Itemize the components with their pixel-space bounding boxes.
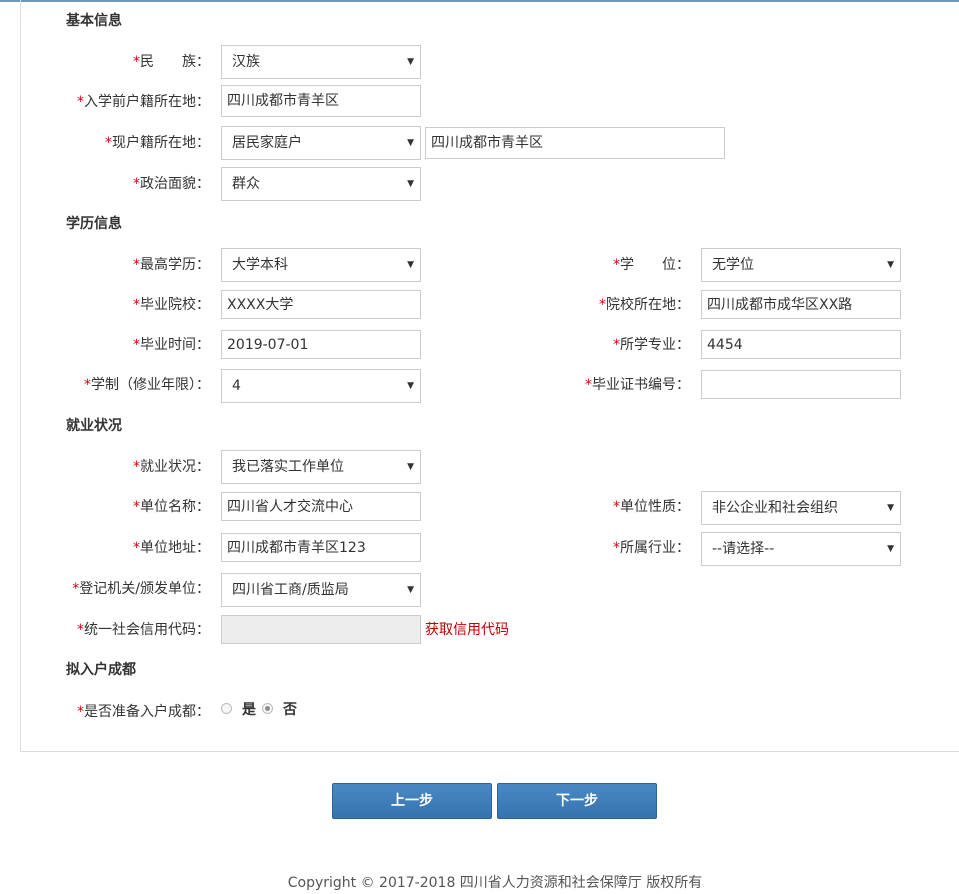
registry-label: *登记机关/颁发单位：	[72, 581, 210, 597]
degree-level-select[interactable]: 大学本科 ▼	[221, 248, 421, 282]
grad-date-label: *毕业时间：	[133, 337, 210, 353]
household-type-select[interactable]: 居民家庭户 ▼	[221, 126, 421, 160]
org-type-label: *单位性质：	[613, 499, 690, 515]
ethnicity-select[interactable]: 汉族 ▼	[221, 45, 421, 79]
org-address-label: *单位地址：	[133, 540, 210, 556]
grad-date-input[interactable]: 2019-07-01	[221, 330, 421, 359]
org-name-label: *单位名称：	[133, 499, 210, 515]
degree-label: *学 位：	[613, 257, 690, 273]
school-label: *毕业院校：	[133, 297, 210, 313]
cert-no-label: *毕业证书编号：	[585, 377, 690, 393]
current-household-label: *现户籍所在地：	[105, 135, 210, 151]
get-credit-code-link[interactable]: 获取信用代码	[425, 622, 509, 638]
settle-yes-radio[interactable]	[221, 703, 232, 714]
employment-status-label: *就业状况：	[133, 459, 210, 475]
chevron-down-icon: ▼	[407, 138, 414, 148]
political-label: *政治面貌：	[133, 176, 210, 192]
credit-code-label: *统一社会信用代码：	[77, 622, 210, 638]
section-title-education: 学历信息	[66, 216, 122, 232]
chevron-down-icon: ▼	[407, 260, 414, 270]
years-select[interactable]: 4 ▼	[221, 369, 421, 403]
settle-no-radio[interactable]	[262, 703, 273, 714]
major-label: *所学专业：	[613, 337, 690, 353]
section-title-settle: 拟入户成都	[66, 662, 136, 678]
chevron-down-icon: ▼	[887, 260, 894, 270]
years-label: *学制（修业年限）：	[84, 377, 210, 393]
chevron-down-icon: ▼	[407, 462, 414, 472]
degree-select[interactable]: 无学位 ▼	[701, 248, 901, 282]
chevron-down-icon: ▼	[407, 57, 414, 67]
next-step-button[interactable]: 下一步	[497, 783, 657, 819]
settle-yes-label[interactable]: 是	[242, 702, 256, 718]
footer-copyright: Copyright © 2017-2018 四川省人力资源和社会保障厅 版权所有	[287, 875, 703, 891]
settle-question-label: *是否准备入户成都：	[77, 704, 210, 720]
political-select[interactable]: 群众 ▼	[221, 167, 421, 201]
org-name-input[interactable]: 四川省人才交流中心	[221, 492, 421, 521]
chevron-down-icon: ▼	[407, 179, 414, 189]
org-address-input[interactable]: 四川成都市青羊区123	[221, 533, 421, 562]
school-location-label: *院校所在地：	[599, 297, 690, 313]
major-input[interactable]: 4454	[701, 330, 901, 359]
degree-level-label: *最高学历：	[133, 257, 210, 273]
prev-step-button[interactable]: 上一步	[332, 783, 492, 819]
household-address-input[interactable]: 四川成都市青羊区	[425, 127, 725, 159]
section-title-employment: 就业状况	[66, 418, 122, 434]
chevron-down-icon: ▼	[407, 585, 414, 595]
school-location-input[interactable]: 四川成都市成华区XX路	[701, 290, 901, 319]
settle-no-label[interactable]: 否	[283, 702, 297, 718]
ethnicity-label: *民 族：	[133, 54, 210, 70]
registry-select[interactable]: 四川省工商/质监局 ▼	[221, 573, 421, 607]
industry-label: *所属行业：	[613, 540, 690, 556]
chevron-down-icon: ▼	[887, 503, 894, 513]
industry-select[interactable]: --请选择-- ▼	[701, 532, 901, 566]
credit-code-input[interactable]	[221, 615, 421, 644]
chevron-down-icon: ▼	[407, 381, 414, 391]
school-input[interactable]: XXXX大学	[221, 290, 421, 319]
section-title-basic: 基本信息	[66, 13, 122, 29]
org-type-select[interactable]: 非公企业和社会组织 ▼	[701, 491, 901, 525]
pre-household-label: *入学前户籍所在地：	[77, 94, 210, 110]
pre-household-input[interactable]: 四川成都市青羊区	[221, 85, 421, 117]
chevron-down-icon: ▼	[887, 544, 894, 554]
cert-no-input[interactable]	[701, 370, 901, 399]
employment-status-select[interactable]: 我已落实工作单位 ▼	[221, 450, 421, 484]
